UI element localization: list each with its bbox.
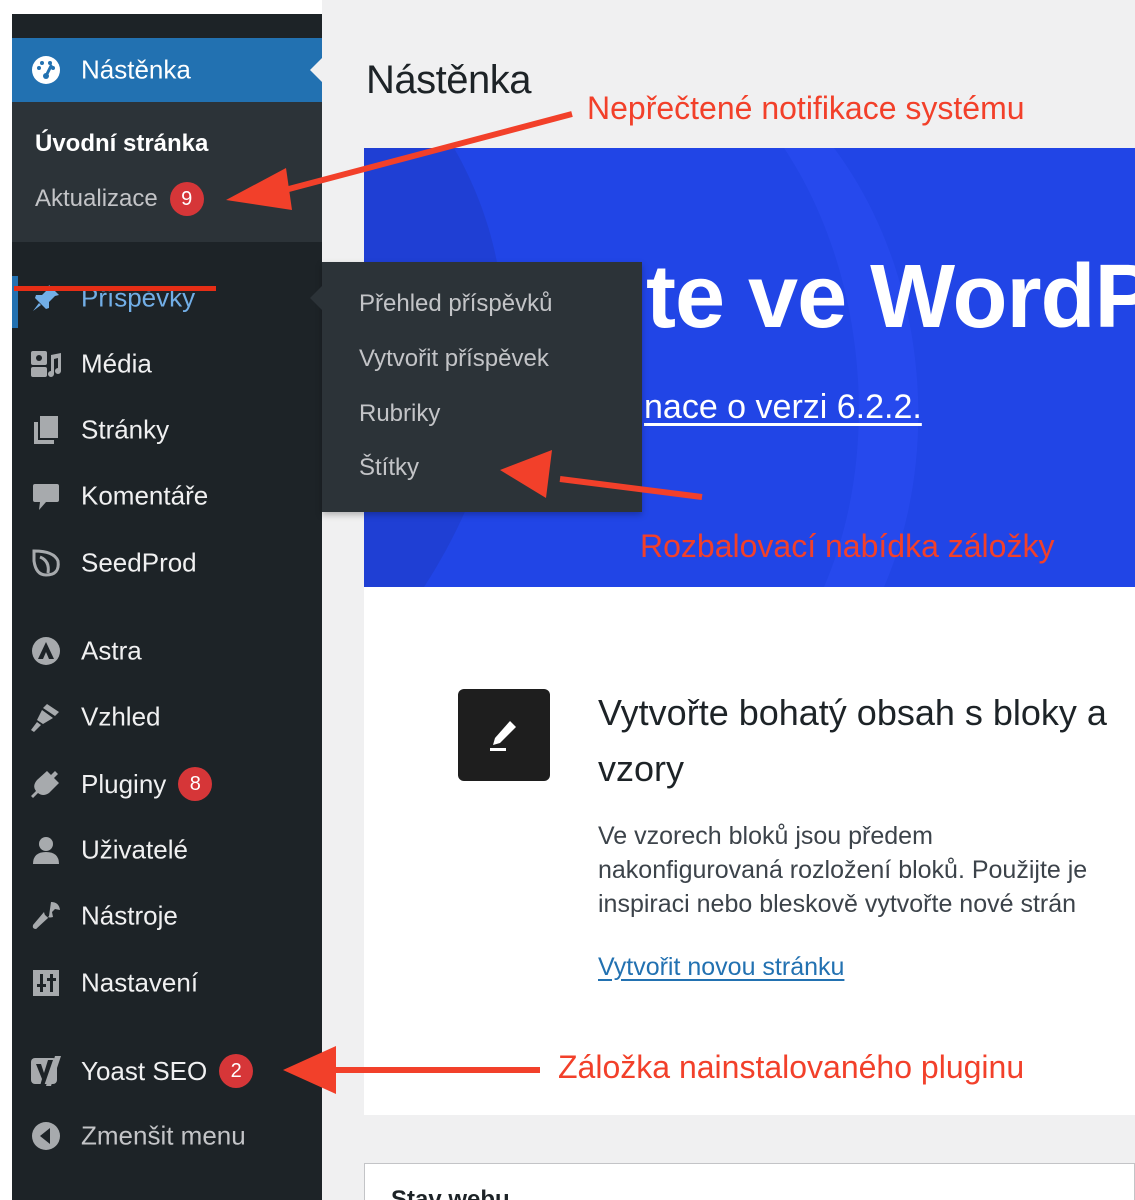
sidebar-item-label: Zmenšit menu (81, 1120, 246, 1151)
blocks-heading-line1: Vytvořte bohatý obsah s bloky a (598, 692, 1107, 733)
yoast-count-badge: 2 (219, 1054, 254, 1088)
flyout-item-new-post[interactable]: Vytvořit příspěvek (359, 345, 549, 373)
sidebar-item-posts[interactable]: Příspěvky (12, 268, 322, 328)
sidebar-item-label: Vzhled (81, 701, 161, 732)
flyout-item-all-posts[interactable]: Přehled příspěvků (359, 290, 552, 318)
blocks-heading: Vytvořte bohatý obsah s bloky a vzory (598, 685, 1135, 797)
submenu-updates[interactable]: Aktualizace 9 (35, 182, 204, 216)
sidebar-item-label: Pluginy (81, 768, 167, 799)
create-new-page-link[interactable]: Vytvořit novou stránku (598, 953, 844, 982)
annotation-underline (14, 286, 216, 291)
dashboard-submenu: Úvodní stránka Aktualizace 9 (12, 102, 322, 242)
page-title: Nástěnka (366, 58, 531, 102)
flyout-item-tags[interactable]: Štítky (359, 454, 419, 482)
seedprod-leaf-icon (28, 545, 64, 581)
plug-icon (28, 766, 64, 802)
yoast-logo-icon (28, 1053, 64, 1089)
collapse-menu-button[interactable]: Zmenšit menu (12, 1106, 322, 1166)
blocks-desc-line: nakonfigurovaná rozložení bloků. Použijt… (598, 856, 1088, 884)
sidebar-item-label: Stránky (81, 414, 170, 445)
sidebar-item-label: Astra (81, 635, 142, 666)
media-icon (28, 346, 64, 382)
edit-pencil-icon (458, 689, 550, 781)
submenu-updates-label: Aktualizace (35, 185, 158, 212)
pages-icon (28, 412, 64, 448)
sidebar-item-tools[interactable]: Nástroje (12, 886, 322, 946)
sidebar-item-yoast-seo[interactable]: Yoast SEO 2 (12, 1041, 322, 1101)
sidebar-item-comments[interactable]: Komentáře (12, 466, 322, 526)
sidebar-item-users[interactable]: Uživatelé (12, 820, 322, 880)
blocks-heading-line2: vzory (598, 748, 685, 789)
site-health-title: Stav webu (391, 1186, 510, 1200)
admin-sidebar: Nástěnka Úvodní stránka Aktualizace 9 Př… (12, 38, 322, 1200)
sidebar-item-dashboard[interactable]: Nástěnka (12, 38, 322, 102)
admin-bar (12, 14, 322, 38)
sidebar-item-settings[interactable]: Nastavení (12, 953, 322, 1013)
plugins-count-badge: 8 (178, 767, 213, 801)
dashboard-gauge-icon (28, 52, 64, 88)
sidebar-item-pages[interactable]: Stránky (12, 400, 322, 460)
sidebar-item-label: Nástroje (81, 900, 178, 931)
sidebar-item-label-wrap: Yoast SEO 2 (81, 1054, 254, 1088)
sidebar-item-label: Uživatelé (81, 834, 188, 865)
blocks-desc-line: inspiraci nebo bleskově vytvořte nové st… (598, 890, 1077, 918)
posts-flyout-submenu: Přehled příspěvků Vytvořit příspěvek Rub… (310, 262, 642, 512)
sidebar-item-astra[interactable]: Astra (12, 621, 322, 681)
comment-icon (28, 478, 64, 514)
blocks-patterns-section: Vytvořte bohatý obsah s bloky a vzory Ve… (364, 587, 1135, 1115)
collapse-arrow-icon (28, 1118, 64, 1154)
sidebar-item-label: SeedProd (81, 547, 197, 578)
flyout-item-categories[interactable]: Rubriky (359, 400, 440, 428)
sidebar-item-label: Nástěnka (81, 54, 191, 85)
site-health-widget: Stav webu (364, 1163, 1135, 1200)
blocks-description: Ve vzorech bloků jsou předem nakonfiguro… (598, 819, 1135, 921)
sidebar-item-label: Yoast SEO (81, 1055, 208, 1086)
main-content: Nástěnka te ve WordP nace o verzi 6.2.2.… (322, 0, 1135, 1200)
sidebar-item-plugins[interactable]: Pluginy 8 (12, 754, 322, 814)
submenu-home[interactable]: Úvodní stránka (35, 130, 208, 158)
sidebar-item-label: Komentáře (81, 480, 209, 511)
sidebar-item-label: Média (81, 348, 152, 379)
user-icon (28, 832, 64, 868)
flyout-notch (310, 286, 322, 310)
version-info-link[interactable]: nace o verzi 6.2.2. (644, 388, 922, 427)
settings-sliders-icon (28, 965, 64, 1001)
active-indicator-notch (310, 58, 322, 82)
sidebar-item-media[interactable]: Média (12, 334, 322, 394)
sidebar-item-label-wrap: Pluginy 8 (81, 767, 213, 801)
sidebar-item-seedprod[interactable]: SeedProd (12, 533, 322, 593)
updates-count-badge: 9 (169, 182, 204, 216)
sidebar-item-label: Nastavení (81, 967, 199, 998)
brush-icon (28, 699, 64, 735)
wrench-icon (28, 898, 64, 934)
active-accent-bar (12, 276, 18, 328)
blocks-desc-line: Ve vzorech bloků jsou předem (598, 822, 933, 850)
welcome-heading: te ve WordP (646, 247, 1135, 347)
astra-logo-icon (28, 633, 64, 669)
sidebar-item-appearance[interactable]: Vzhled (12, 687, 322, 747)
